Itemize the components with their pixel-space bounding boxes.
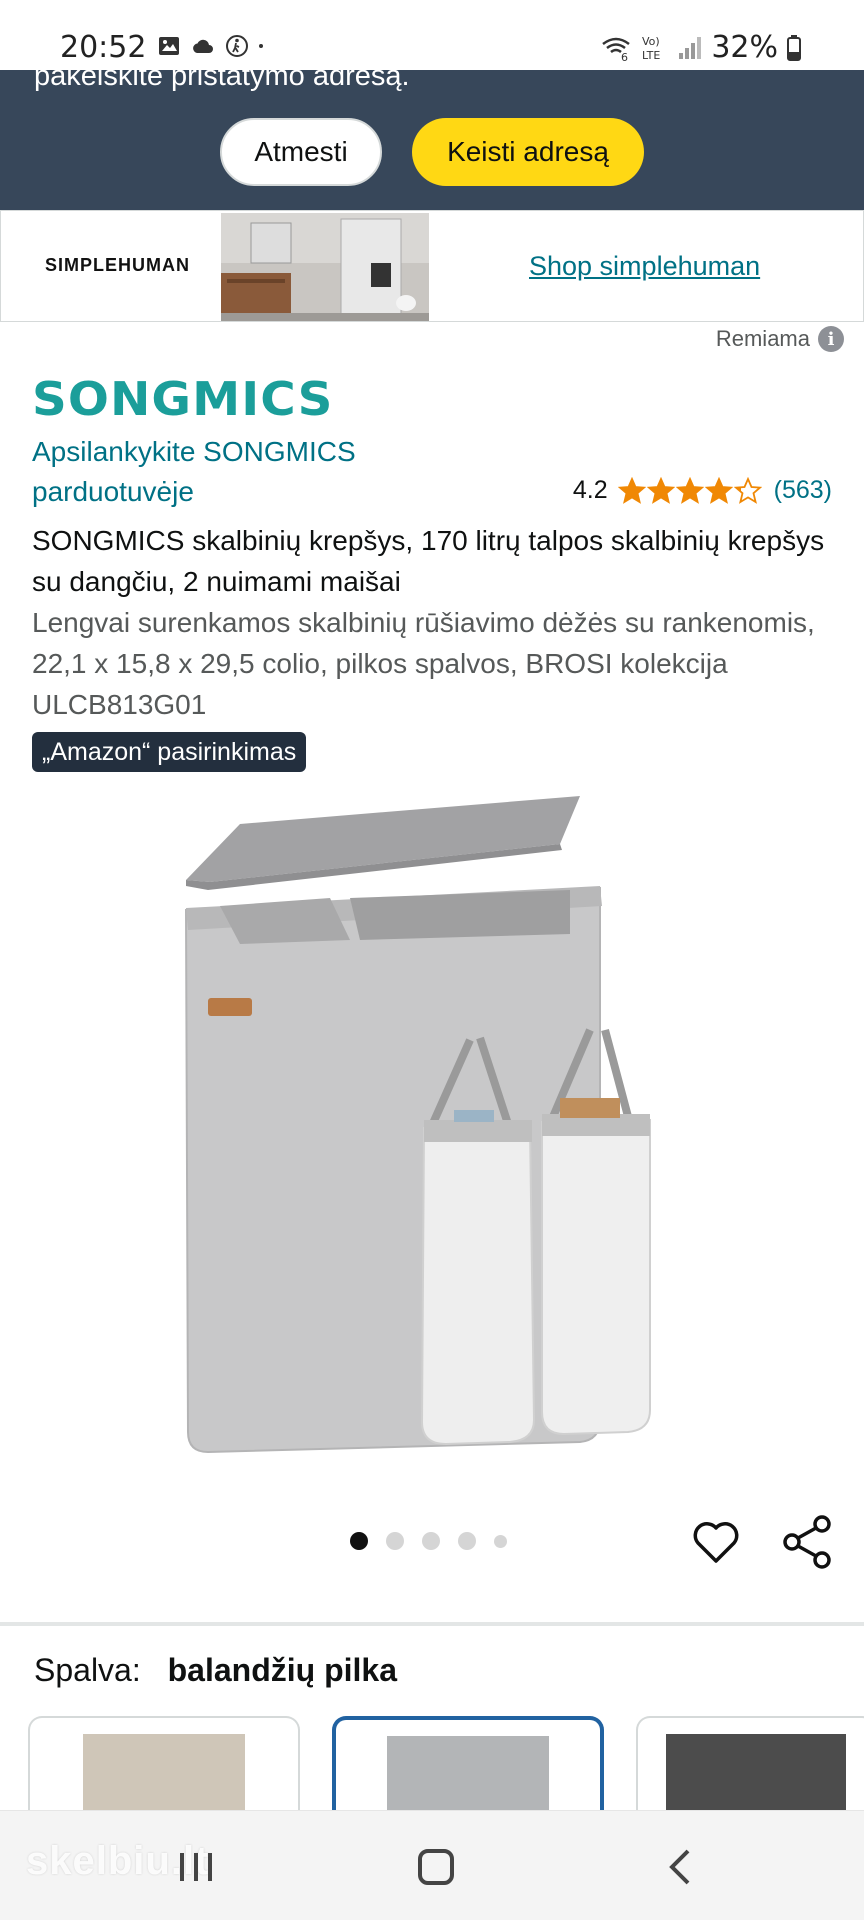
section-divider [0,1622,864,1626]
star-icon [646,476,675,504]
svg-text:LTE: LTE [642,49,660,62]
carousel-dot[interactable] [422,1532,440,1550]
signal-icon [679,36,702,59]
cloud-icon [193,39,213,53]
selected-color: balandžių pilka [167,1652,397,1688]
volte-icon: Vo)LTE [642,35,660,62]
carousel-dot[interactable] [458,1532,476,1550]
amazon-choice-badge: „Amazon“ pasirinkimas [32,732,307,772]
product-title: SONGMICS skalbinių krepšys, 170 litrų ta… [32,525,825,597]
svg-text:6: 6 [621,51,628,62]
rating-summary[interactable]: 4.2 (563) [573,476,832,505]
product-subtitle: Lengvai surenkamos skalbinių rūšiavimo d… [32,607,815,720]
home-icon[interactable] [418,1849,454,1885]
wifi-calling-icon: 6 [602,37,631,62]
bathroom-ad-image[interactable] [221,213,429,321]
shop-brand-link[interactable]: Shop simplehuman [529,251,760,282]
battery-icon [787,34,801,61]
simplehuman-logo: SIMPLEHUMAN [45,255,190,275]
carousel-dot[interactable] [494,1534,507,1548]
address-banner-text: pakeiskite pristatymo adresą. [34,70,410,92]
sponsored-brand-ad[interactable]: SIMPLEHUMAN Shop simplehuman [0,210,864,322]
sponsored-label[interactable]: Remiama i [716,326,844,352]
status-bar: 20:52 6 Vo) LTE 32% [0,0,864,70]
product-image[interactable] [150,780,710,1480]
star-icon [617,476,646,504]
share-icon[interactable] [780,1514,834,1570]
status-notification-icons [156,34,270,58]
carousel-dot[interactable] [350,1532,368,1550]
rating-value: 4.2 [572,476,608,504]
recent-apps-icon[interactable] [176,1851,216,1883]
back-icon[interactable] [664,1847,694,1887]
address-change-banner: pakeiskite pristatymo adresą. Atmesti Ke… [0,70,864,210]
status-system-icons: 6 Vo) LTE 32% [599,30,802,65]
star-icon [704,476,733,504]
color-label: Spalva: [34,1652,141,1688]
dismiss-button[interactable]: Atmesti [220,118,382,186]
star-icon [675,476,704,504]
visit-store-link[interactable]: Apsilankykite SONGMICS parduotuvėje [32,432,432,512]
status-time: 20:52 [60,30,147,65]
brand-logo[interactable]: SONGMICS [32,372,333,426]
rating-stars [617,476,762,505]
svg-text:Vo): Vo) [642,35,660,48]
system-navigation-bar: skelbiu.lt [0,1810,864,1920]
battery-percent: 32% [711,30,778,65]
color-selection: Spalva: balandžių pilka [34,1652,397,1689]
gallery-icon [159,37,179,55]
star-icon [733,476,762,504]
rating-count[interactable]: (563) [774,476,832,505]
dot-icon [259,44,263,48]
sponsored-text: Remiama [715,326,810,351]
info-icon[interactable]: i [818,326,844,352]
accessibility-icon [226,35,248,57]
carousel-dot[interactable] [386,1532,404,1550]
image-carousel-indicator[interactable] [350,1532,507,1550]
change-address-button[interactable]: Keisti adresą [412,118,644,186]
heart-icon[interactable] [690,1516,742,1568]
